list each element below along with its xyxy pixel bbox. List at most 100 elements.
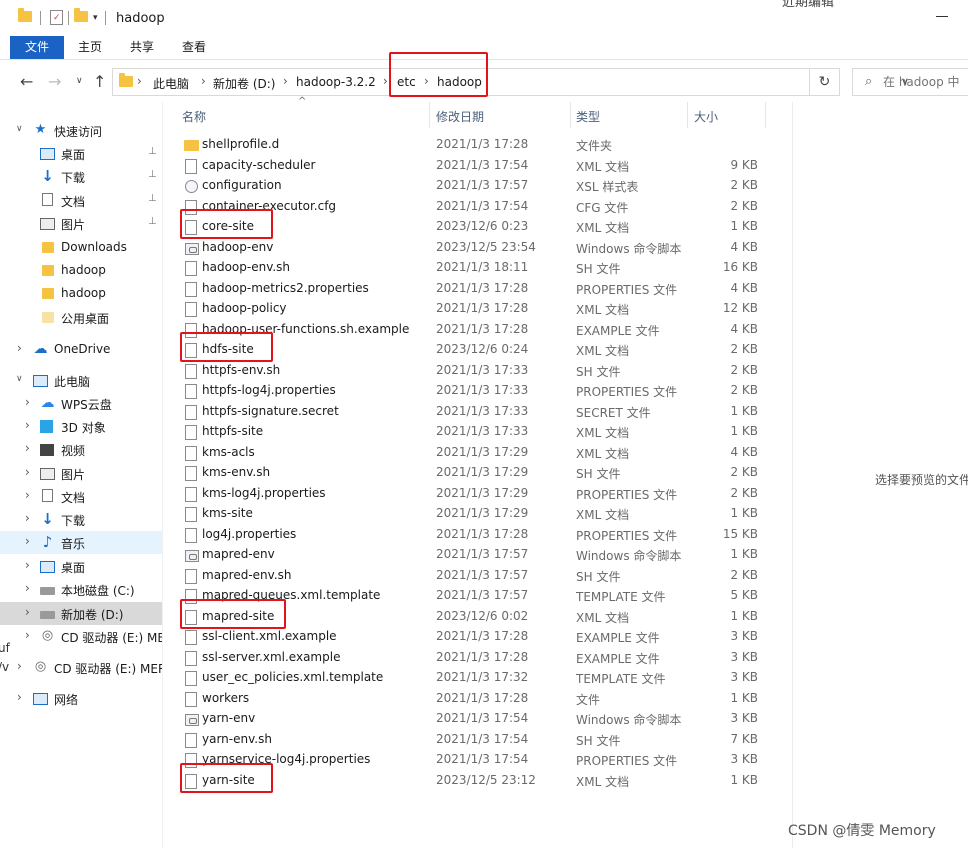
table-row[interactable]: mapred-env.sh 2021/1/3 17:57 SH 文件 2 KB: [164, 566, 792, 587]
table-row[interactable]: hdfs-site 2023/12/6 0:24 XML 文档 2 KB: [164, 332, 792, 362]
expand-arrow-icon[interactable]: ›: [17, 690, 22, 704]
expand-arrow-icon[interactable]: ›: [25, 534, 30, 548]
table-row[interactable]: ssl-client.xml.example 2021/1/3 17:28 EXAM…: [164, 627, 792, 648]
table-row[interactable]: kms-log4j.properties 2021/1/3 17:29 PROPER…: [164, 484, 792, 505]
expand-arrow-icon[interactable]: ›: [25, 441, 30, 455]
column-divider[interactable]: [687, 102, 688, 128]
expand-arrow-icon[interactable]: ›: [25, 605, 30, 619]
breadcrumb-hadoop[interactable]: hadoop: [437, 75, 482, 89]
table-row[interactable]: httpfs-site 2021/1/3 17:33 XML 文档 1 KB: [164, 422, 792, 443]
sidebar-item-documents[interactable]: 文档 ⊥: [0, 189, 162, 212]
sidebar-item-desktop-pc[interactable]: › 桌面: [0, 555, 162, 578]
sidebar-item-drive-d[interactable]: › 新加卷 (D:): [0, 602, 162, 625]
expand-arrow-icon[interactable]: ›: [25, 628, 30, 642]
expand-arrow-icon[interactable]: ›: [25, 395, 30, 409]
sidebar-item-network[interactable]: › 网络: [0, 687, 162, 710]
column-divider[interactable]: [765, 102, 766, 128]
sidebar-item-downloads-pc[interactable]: › ↓ 下载: [0, 508, 162, 531]
sidebar-item-downloads-folder[interactable]: Downloads: [0, 236, 162, 259]
sidebar-item-videos[interactable]: › 视频: [0, 438, 162, 461]
table-row[interactable]: kms-acls 2021/1/3 17:29 XML 文档 4 KB: [164, 443, 792, 464]
sidebar-item-cd-drive-root[interactable]: › ◎ CD 驱动器 (E:) MER: [0, 656, 162, 679]
table-row[interactable]: configuration 2021/1/3 17:57 XSL 样式表 2 KB: [164, 176, 792, 197]
expand-arrow-icon[interactable]: ›: [25, 558, 30, 572]
sidebar-item-hadoop[interactable]: hadoop: [0, 259, 162, 282]
pin-icon[interactable]: ⊥: [148, 146, 157, 157]
new-folder-icon[interactable]: [74, 8, 88, 22]
table-row[interactable]: yarn-env.sh 2021/1/3 17:54 SH 文件 7 KB: [164, 730, 792, 751]
forward-button[interactable]: →: [48, 72, 61, 91]
expand-arrow-icon[interactable]: ›: [25, 581, 30, 595]
table-row[interactable]: mapred-queues.xml.template 2021/1/3 17:57…: [164, 586, 792, 607]
table-row[interactable]: hadoop-env.sh 2021/1/3 18:11 SH 文件 16 KB: [164, 258, 792, 279]
table-row[interactable]: mapred-site 2023/12/6 0:02 XML 文档 1 KB: [164, 598, 792, 629]
sidebar-item-music[interactable]: › ♪ 音乐: [0, 531, 162, 554]
sidebar-item-cd-drive[interactable]: › ◎ CD 驱动器 (E:) ME: [0, 625, 162, 648]
tab-share[interactable]: 共享: [122, 36, 162, 59]
table-row[interactable]: yarn-env 2021/1/3 17:54 Windows 命令脚本 3 KB: [164, 709, 792, 730]
sidebar-item-3d-objects[interactable]: › 3D 对象: [0, 415, 162, 438]
sidebar-item-onedrive[interactable]: › ☁ OneDrive: [0, 338, 162, 361]
table-row[interactable]: httpfs-signature.secret 2021/1/3 17:33 SEC…: [164, 402, 792, 423]
customize-quick-access-icon[interactable]: ▾: [93, 13, 98, 23]
table-row[interactable]: hadoop-policy 2021/1/3 17:28 XML 文档 12 KB: [164, 299, 792, 320]
sidebar-item-downloads[interactable]: ↓ 下载 ⊥: [0, 165, 162, 188]
up-button[interactable]: ↑: [93, 72, 106, 91]
breadcrumb-etc[interactable]: etc: [397, 75, 416, 89]
expand-arrow-icon[interactable]: ›: [25, 511, 30, 525]
collapse-arrow-icon[interactable]: ∨: [16, 374, 23, 384]
table-row[interactable]: user_ec_policies.xml.template 2021/1/3 17…: [164, 668, 792, 689]
column-header-date[interactable]: 修改日期: [436, 108, 484, 125]
table-row[interactable]: capacity-scheduler 2021/1/3 17:54 XML 文档 9 …: [164, 156, 792, 177]
minimize-button[interactable]: [936, 16, 948, 17]
table-row[interactable]: yarn-site 2023/12/5 23:12 XML 文档 1 KB: [164, 762, 792, 793]
back-button[interactable]: ←: [20, 72, 33, 91]
breadcrumb-drive-d[interactable]: 新加卷 (D:): [213, 75, 275, 92]
properties-icon[interactable]: ✓: [50, 10, 63, 25]
collapse-arrow-icon[interactable]: ∨: [16, 124, 23, 134]
table-row[interactable]: kms-site 2021/1/3 17:29 XML 文档 1 KB: [164, 504, 792, 525]
sidebar-item-hadoop[interactable]: hadoop: [0, 282, 162, 305]
expand-arrow-icon[interactable]: ›: [25, 465, 30, 479]
address-bar[interactable]: › 此电脑 › 新加卷 (D:) › hadoop-3.2.2 › etc › …: [112, 68, 909, 96]
sidebar-item-wps-cloud[interactable]: › ☁ WPS云盘: [0, 392, 162, 415]
column-header-size[interactable]: 大小: [694, 108, 718, 125]
table-row[interactable]: core-site 2023/12/6 0:23 XML 文档 1 KB: [164, 209, 792, 239]
recent-locations-button[interactable]: ∨: [76, 76, 83, 86]
table-row[interactable]: hadoop-env 2023/12/5 23:54 Windows 命令脚本 4 K…: [164, 238, 792, 259]
table-row[interactable]: kms-env.sh 2021/1/3 17:29 SH 文件 2 KB: [164, 463, 792, 484]
column-divider[interactable]: [570, 102, 571, 128]
sidebar-item-this-pc[interactable]: ∨ 此电脑: [0, 369, 162, 392]
expand-arrow-icon[interactable]: ›: [25, 418, 30, 432]
pin-icon[interactable]: ⊥: [148, 193, 157, 204]
table-row[interactable]: ssl-server.xml.example 2021/1/3 17:28 EXAM…: [164, 648, 792, 669]
breadcrumb-this-pc[interactable]: 此电脑: [153, 75, 189, 92]
table-row[interactable]: yarnservice-log4j.properties 2021/1/3 17:…: [164, 750, 792, 771]
table-row[interactable]: httpfs-env.sh 2021/1/3 17:33 SH 文件 2 KB: [164, 361, 792, 382]
column-header-type[interactable]: 类型: [576, 108, 600, 125]
sidebar-item-drive-c[interactable]: › 本地磁盘 (C:): [0, 578, 162, 601]
column-divider[interactable]: [429, 102, 430, 128]
pin-icon[interactable]: ⊥: [148, 216, 157, 227]
table-row[interactable]: hadoop-user-functions.sh.example 2021/1/3…: [164, 320, 792, 341]
column-header-name[interactable]: 名称: [182, 108, 206, 125]
table-row[interactable]: hadoop-metrics2.properties 2021/1/3 17:28…: [164, 279, 792, 300]
breadcrumb-hadoop-3-2-2[interactable]: hadoop-3.2.2: [296, 75, 376, 89]
tab-file[interactable]: 文件: [10, 36, 64, 59]
search-box[interactable]: ⌕: [852, 68, 968, 96]
expand-arrow-icon[interactable]: ›: [17, 659, 22, 673]
table-row[interactable]: shellprofile.d 2021/1/3 17:28 文件夹: [164, 135, 792, 156]
sidebar-item-pictures-pc[interactable]: › 图片: [0, 462, 162, 485]
table-row[interactable]: httpfs-log4j.properties 2021/1/3 17:33 PRO…: [164, 381, 792, 402]
tab-home[interactable]: 主页: [72, 36, 108, 59]
expand-arrow-icon[interactable]: ›: [25, 488, 30, 502]
refresh-button[interactable]: ↻: [810, 68, 840, 96]
sidebar-item-public-desktop[interactable]: 公用桌面: [0, 306, 162, 329]
tab-view[interactable]: 查看: [174, 36, 214, 59]
expand-arrow-icon[interactable]: ›: [17, 341, 22, 355]
table-row[interactable]: mapred-env 2021/1/3 17:57 Windows 命令脚本 1 KB: [164, 545, 792, 566]
table-row[interactable]: log4j.properties 2021/1/3 17:28 PROPERTIES…: [164, 525, 792, 546]
pin-icon[interactable]: ⊥: [148, 169, 157, 180]
table-row[interactable]: workers 2021/1/3 17:28 文件 1 KB: [164, 689, 792, 710]
table-row[interactable]: container-executor.cfg 2021/1/3 17:54 CFG …: [164, 197, 792, 218]
